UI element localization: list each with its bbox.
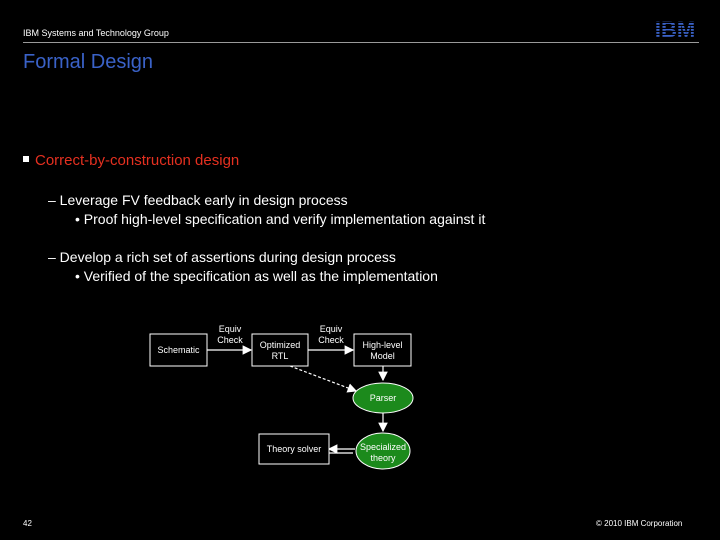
theory-solver-label: Theory solver <box>267 444 322 454</box>
page-number: 42 <box>23 519 32 528</box>
parser-label: Parser <box>370 393 397 403</box>
high-level-model-box <box>353 333 412 367</box>
equiv-check-2-line2: Check <box>318 335 344 345</box>
high-level-model-line2: Model <box>370 351 395 361</box>
equiv-check-1-line1: Equiv <box>219 324 242 334</box>
optimized-rtl-line2: RTL <box>272 351 289 361</box>
copyright: © 2010 IBM Corporation <box>596 519 683 528</box>
high-level-model-line1: High-level <box>362 340 402 350</box>
schematic-label: Schematic <box>157 345 200 355</box>
specialized-theory-line2: theory <box>370 453 396 463</box>
equiv-check-1-line2: Check <box>217 335 243 345</box>
dashed-connector-rtl-parser <box>289 365 358 393</box>
optimized-rtl-line1: Optimized <box>260 340 301 350</box>
specialized-theory-line1: Specialized <box>360 442 406 452</box>
equiv-check-2-line1: Equiv <box>320 324 343 334</box>
optimized-rtl-box <box>251 333 309 367</box>
design-flow-diagram: Schematic Equiv Check Optimized RTL Equi… <box>149 324 414 470</box>
